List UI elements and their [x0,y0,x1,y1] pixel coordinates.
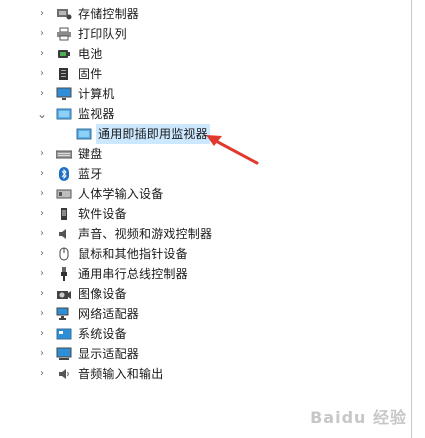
chevron-right-icon[interactable]: › [36,324,48,344]
keyboard-icon [56,147,72,161]
tree-category-item[interactable]: › 固件 [0,64,425,84]
tree-item-label: 固件 [78,67,103,81]
bluetooth-icon [56,167,72,181]
speaker-icon [56,227,72,241]
tree-item-label: 人体学输入设备 [78,187,164,201]
chevron-right-icon[interactable]: › [36,364,48,384]
tree-item-label: 监视器 [78,107,115,121]
tree-item-label: 蓝牙 [78,167,103,181]
device-tree: › 存储控制器 › 打印队列 › 电池 › 固件 › 计算机 ⌄ 监视器通用即插即用监视器 › 键盘 › 蓝牙… [0,4,425,384]
tree-category-item[interactable]: › 人体学输入设备 [0,184,425,204]
tree-category-item[interactable]: › 图像设备 [0,284,425,304]
firmware-icon [56,67,72,81]
tree-item-label: 软件设备 [78,207,127,221]
tree-category-item[interactable]: › 通用串行总线控制器 [0,264,425,284]
chevron-right-icon[interactable]: › [36,284,48,304]
tree-item-label: 音频输入和输出 [78,367,164,381]
tree-category-item[interactable]: › 软件设备 [0,204,425,224]
window-border [411,0,412,438]
tree-item-label: 通用串行总线控制器 [78,267,188,281]
monitor-icon [76,127,92,141]
chevron-right-icon[interactable]: › [36,204,48,224]
chevron-right-icon[interactable]: › [36,84,48,104]
printer-icon [56,27,72,41]
tree-item-label: 打印队列 [78,27,127,41]
tree-item-label: 计算机 [78,87,115,101]
chevron-right-icon[interactable]: › [36,244,48,264]
chevron-right-icon[interactable]: › [36,224,48,244]
mouse-icon [56,247,72,261]
tree-item-label: 通用即插即用监视器 [96,124,210,144]
chevron-right-icon[interactable]: › [36,64,48,84]
battery-icon [56,47,72,61]
chevron-right-icon[interactable]: › [36,264,48,284]
display-adapter-icon [56,347,72,361]
tree-category-item[interactable]: › 计算机 [0,84,425,104]
tree-category-item[interactable]: › 系统设备 [0,324,425,344]
tree-item-label: 系统设备 [78,327,127,341]
computer-icon [56,87,72,101]
tree-category-item[interactable]: › 电池 [0,44,425,64]
chevron-right-icon[interactable]: › [36,4,48,24]
tree-category-item[interactable]: › 音频输入和输出 [0,364,425,384]
tree-category-item[interactable]: ⌄ 监视器 [0,104,425,124]
tree-item-label: 存储控制器 [78,7,140,21]
storage-controller-icon [56,7,72,21]
chevron-right-icon[interactable]: › [36,24,48,44]
chevron-right-icon[interactable]: › [36,144,48,164]
hid-icon [56,187,72,201]
chevron-down-icon[interactable]: ⌄ [36,104,48,124]
tree-category-item[interactable]: › 存储控制器 [0,4,425,24]
tree-category-item[interactable]: › 显示适配器 [0,344,425,364]
software-device-icon [56,207,72,221]
usb-icon [56,267,72,281]
tree-category-item[interactable]: › 声音、视频和游戏控制器 [0,224,425,244]
tree-item-label: 声音、视频和游戏控制器 [78,227,213,241]
network-adapter-icon [56,307,72,321]
tree-item-label: 鼠标和其他指针设备 [78,247,188,261]
tree-item-label: 网络适配器 [78,307,140,321]
tree-item-label: 图像设备 [78,287,127,301]
chevron-right-icon[interactable]: › [36,344,48,364]
system-device-icon [56,327,72,341]
tree-item-label: 键盘 [78,147,103,161]
tree-category-item[interactable]: › 鼠标和其他指针设备 [0,244,425,264]
chevron-right-icon[interactable]: › [36,44,48,64]
annotation-arrow [206,135,259,165]
tree-item-label: 电池 [78,47,103,61]
chevron-right-icon[interactable]: › [36,304,48,324]
audio-io-icon [56,367,72,381]
camera-icon [56,287,72,301]
watermark: Baidu 经验 [310,408,407,427]
chevron-right-icon[interactable]: › [36,164,48,184]
tree-item-label: 显示适配器 [78,347,140,361]
chevron-right-icon[interactable]: › [36,184,48,204]
tree-category-item[interactable]: › 网络适配器 [0,304,425,324]
tree-category-item[interactable]: › 打印队列 [0,24,425,44]
monitor-icon [56,107,72,121]
